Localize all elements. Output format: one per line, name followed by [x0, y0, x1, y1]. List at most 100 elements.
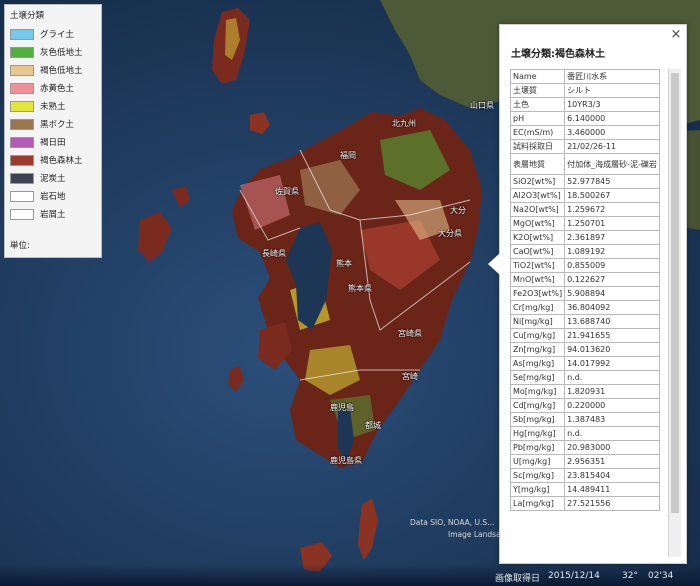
- table-row: U[mg/kg] 2.956351: [510, 454, 660, 469]
- legend-swatch: [10, 46, 34, 58]
- legend-swatch: [10, 82, 34, 94]
- attr-key: Se[mg/kg]: [510, 370, 566, 385]
- attr-key: Y[mg/kg]: [510, 482, 566, 497]
- attr-key: Al2O3[wt%]: [510, 188, 566, 203]
- attr-value: 27.521556: [564, 496, 660, 511]
- attr-value: シルト: [564, 83, 660, 98]
- attr-value: 2.956351: [564, 454, 660, 469]
- attr-key: 土壌質: [510, 83, 566, 98]
- attr-key: Ni[mg/kg]: [510, 314, 566, 329]
- legend-label: 岩石地: [40, 192, 66, 202]
- map-label-kagoshima-city: 鹿児島: [330, 403, 354, 412]
- map-attribution: Data SIO, NOAA, U.S...: [410, 518, 495, 527]
- attr-key: As[mg/kg]: [510, 356, 566, 371]
- table-row: La[mg/kg] 27.521556: [510, 496, 660, 511]
- table-row: Y[mg/kg] 14.489411: [510, 482, 660, 497]
- map-label-oita-city: 大分: [450, 206, 466, 215]
- attr-key: TiO2[wt%]: [510, 258, 566, 273]
- table-row: Sc[mg/kg] 23.815404: [510, 468, 660, 483]
- table-row: K2O[wt%] 2.361897: [510, 230, 660, 245]
- attr-value: n.d.: [564, 370, 660, 385]
- table-row: Mo[mg/kg] 1.820931: [510, 384, 660, 399]
- table-row: 表層地質 付加体_海成層砂-泥-礫岩: [510, 153, 660, 175]
- attr-value: 20.983000: [564, 440, 660, 455]
- attr-key: Sc[mg/kg]: [510, 468, 566, 483]
- attr-key: SiO2[wt%]: [510, 174, 566, 189]
- attr-key: Fe2O3[wt%]: [510, 286, 566, 301]
- legend-item: 未熟土: [10, 100, 66, 112]
- scrollbar-thumb[interactable]: [671, 73, 679, 513]
- popup-pointer: [488, 253, 500, 275]
- map-viewer[interactable]: 北九州 福岡 佐賀県 長崎県 熊本 熊本県 大分県 大分 宮崎県 宮崎 鹿児島 …: [0, 0, 700, 586]
- table-row: 土色 10YR3/3: [510, 97, 660, 112]
- attr-key: Mo[mg/kg]: [510, 384, 566, 399]
- table-row: Cu[mg/kg] 21.941655: [510, 328, 660, 343]
- legend-label: 黒ボク土: [40, 120, 75, 130]
- legend-unit: 単位:: [10, 241, 30, 251]
- attr-value: 0.122627: [564, 272, 660, 287]
- attr-value: 94.013620: [564, 342, 660, 357]
- info-popup: × 土壌分類:褐色森林土 Name 番匠川水系 土壌質 シルト 土色 10YR3/3 …: [488, 24, 687, 564]
- attr-key: Cd[mg/kg]: [510, 398, 566, 413]
- attr-key: EC(mS/m): [510, 125, 566, 140]
- map-label-yamaguchi-pref: 山口県: [470, 101, 494, 110]
- table-row: Ni[mg/kg] 13.688740: [510, 314, 660, 329]
- map-label-miyakonojo: 都城: [365, 421, 381, 430]
- table-row: Al2O3[wt%] 18.500267: [510, 188, 660, 203]
- legend-swatch: [10, 136, 34, 148]
- legend-swatch: [10, 172, 34, 184]
- legend-item: 泥炭土: [10, 172, 66, 184]
- attr-key: Pb[mg/kg]: [510, 440, 566, 455]
- legend-swatch: [10, 208, 34, 220]
- latitude-readout: 32°: [622, 571, 638, 581]
- legend-label: 赤黄色土: [40, 84, 75, 94]
- attr-value: n.d.: [564, 426, 660, 441]
- table-row: MnO[wt%] 0.122627: [510, 272, 660, 287]
- map-label-miyazaki-city: 宮崎: [402, 372, 418, 381]
- legend-item: 灰色低地土: [10, 46, 83, 58]
- attr-key: Sb[mg/kg]: [510, 412, 566, 427]
- attr-value: 36.804092: [564, 300, 660, 315]
- close-icon[interactable]: ×: [670, 28, 682, 41]
- attr-key: Zn[mg/kg]: [510, 342, 566, 357]
- popup-scrollbar[interactable]: [668, 69, 681, 557]
- map-label-kumamoto-pref: 熊本県: [348, 284, 372, 293]
- legend-item: 岩石地: [10, 190, 66, 202]
- attr-key: 土色: [510, 97, 566, 112]
- attr-value: 番匠川水系: [564, 69, 660, 84]
- map-label-kagoshima-pref: 鹿児島県: [330, 456, 362, 465]
- map-label-kitakyushu: 北九州: [392, 119, 416, 128]
- table-row: pH 6.140000: [510, 111, 660, 126]
- map-label-nagasaki-pref: 長崎県: [262, 249, 286, 258]
- table-row: 土壌質 シルト: [510, 83, 660, 98]
- legend-swatch: [10, 100, 34, 112]
- attr-key: Cr[mg/kg]: [510, 300, 566, 315]
- legend-label: グライ土: [40, 30, 75, 40]
- table-row: 試料採取日 21/02/26-11: [510, 139, 660, 154]
- attr-value: 1.820931: [564, 384, 660, 399]
- attr-key: 表層地質: [510, 153, 566, 175]
- attr-value: 1.250701: [564, 216, 660, 231]
- attr-key: Cu[mg/kg]: [510, 328, 566, 343]
- attribute-table-container[interactable]: Name 番匠川水系 土壌質 シルト 土色 10YR3/3 pH 6.140000 EC…: [510, 69, 660, 553]
- attr-value: 付加体_海成層砂-泥-礫岩: [564, 153, 660, 175]
- table-row: Cr[mg/kg] 36.804092: [510, 300, 660, 315]
- attr-value: 1.387483: [564, 412, 660, 427]
- legend-label: 褐色森林土: [40, 156, 83, 166]
- map-label-kumamoto-city: 熊本: [336, 259, 352, 268]
- legend-label: 褐日田: [40, 138, 66, 148]
- legend-label: 未熟土: [40, 102, 66, 112]
- attr-value: 6.140000: [564, 111, 660, 126]
- status-bar: 画像取得日 2015/12/14 32° 02'34: [0, 564, 700, 586]
- table-row: CaO[wt%] 1.089192: [510, 244, 660, 259]
- legend-item: 褐色森林土: [10, 154, 83, 166]
- attr-key: La[mg/kg]: [510, 496, 566, 511]
- attr-key: Hg[mg/kg]: [510, 426, 566, 441]
- table-row: Cd[mg/kg] 0.220000: [510, 398, 660, 413]
- attr-value: 14.017992: [564, 356, 660, 371]
- attr-key: U[mg/kg]: [510, 454, 566, 469]
- legend-label: 褐色低地土: [40, 66, 83, 76]
- map-label-saga-pref: 佐賀県: [275, 187, 299, 196]
- imagery-date-label: 画像取得日: [495, 574, 541, 584]
- map-label-miyazaki-pref: 宮崎県: [398, 329, 422, 338]
